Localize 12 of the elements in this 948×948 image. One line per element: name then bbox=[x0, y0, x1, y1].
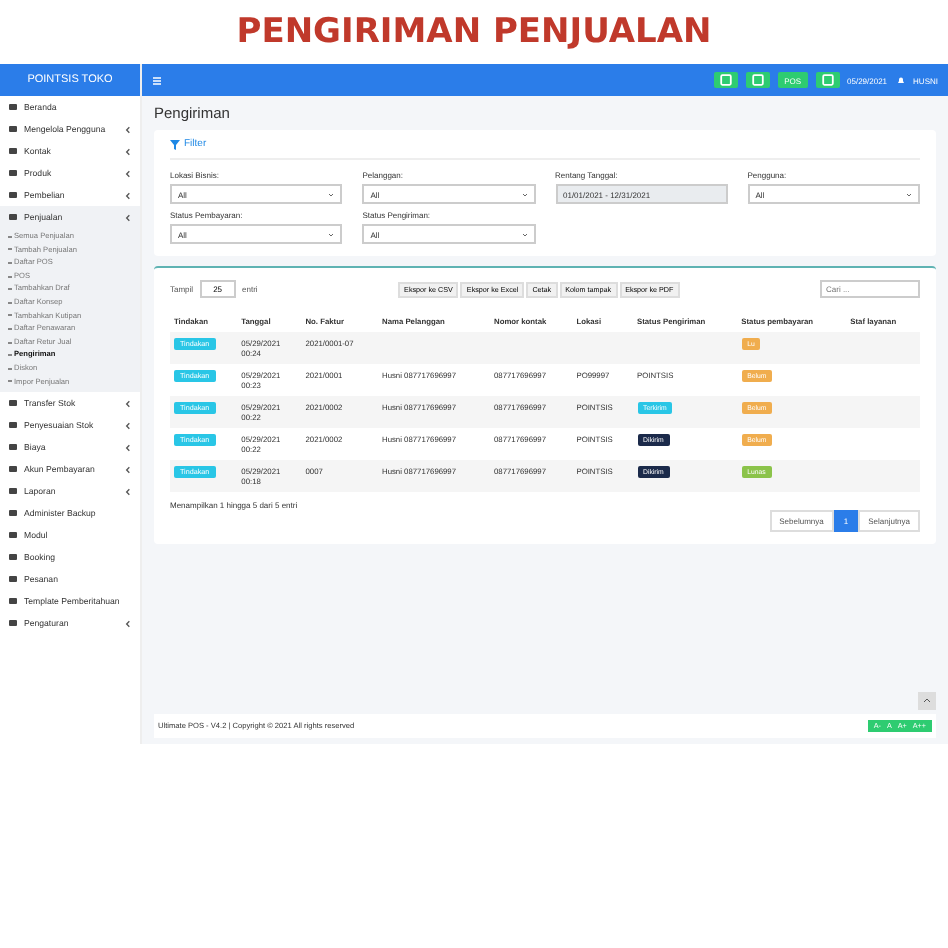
dash-icon bbox=[8, 261, 12, 264]
page-heading: PENGIRIMAN PENJUALAN bbox=[234, 10, 714, 56]
toolbar-button[interactable] bbox=[815, 72, 840, 88]
bell-icon[interactable] bbox=[895, 75, 906, 85]
dash-icon bbox=[8, 354, 12, 357]
dash-icon bbox=[8, 235, 12, 238]
dash-icon bbox=[8, 288, 12, 291]
filter-icon bbox=[170, 139, 180, 149]
toolbar-button[interactable] bbox=[746, 72, 771, 88]
toolbar-button[interactable] bbox=[714, 72, 739, 88]
dash-icon bbox=[8, 327, 12, 330]
dash-icon bbox=[8, 301, 12, 304]
